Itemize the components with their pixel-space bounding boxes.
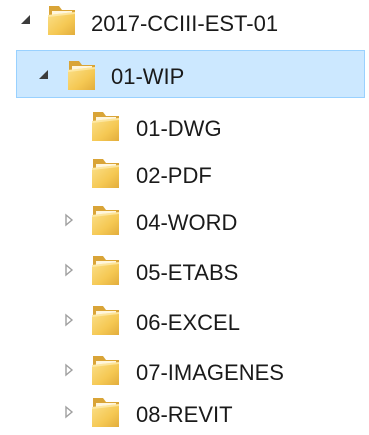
folder-icon [90, 354, 121, 386]
tree-item-label: 05-ETABS [136, 260, 239, 285]
collapsed-triangle-icon[interactable] [62, 363, 76, 377]
tree-item-root[interactable]: 2017-CCIII-EST-01 [0, 0, 369, 50]
tree-item-06-excel[interactable]: 06-EXCEL [0, 297, 369, 347]
folder-icon [90, 254, 121, 286]
collapsed-triangle-icon[interactable] [62, 263, 76, 277]
tree-item-label: 07-IMAGENES [136, 360, 284, 385]
tree-item-label: 06-EXCEL [136, 310, 240, 335]
tree-item-label: 2017-CCIII-EST-01 [91, 11, 279, 36]
tree-item-label: 08-REVIT [136, 402, 233, 427]
tree-item-05-etabs[interactable]: 05-ETABS [0, 247, 369, 297]
collapsed-triangle-icon[interactable] [62, 313, 76, 327]
expanded-triangle-icon[interactable] [36, 67, 50, 81]
folder-icon [90, 110, 121, 142]
tree-item-label: 01-WIP [111, 64, 185, 89]
collapsed-triangle-icon[interactable] [62, 405, 76, 419]
tree-item-label: 02-PDF [136, 163, 212, 188]
expanded-triangle-icon[interactable] [18, 12, 32, 26]
folder-icon [90, 204, 121, 236]
folder-icon [66, 59, 97, 91]
folder-icon [46, 4, 77, 36]
tree-item-selected[interactable]: 01-WIP [0, 50, 369, 100]
folder-tree: 2017-CCIII-EST-01 01-WIP 01-DWG 02-PDF 0… [0, 0, 369, 435]
folder-icon [90, 396, 121, 428]
tree-item-label: 04-WORD [136, 210, 238, 235]
tree-item-08-revit[interactable]: 08-REVIT [0, 385, 369, 435]
tree-item-01-dwg[interactable]: 01-DWG [0, 103, 369, 153]
tree-item-02-pdf[interactable]: 02-PDF [0, 150, 369, 200]
tree-item-label: 01-DWG [136, 116, 222, 141]
folder-icon [90, 304, 121, 336]
collapsed-triangle-icon[interactable] [62, 213, 76, 227]
tree-item-04-word[interactable]: 04-WORD [0, 197, 369, 247]
folder-icon [90, 157, 121, 189]
